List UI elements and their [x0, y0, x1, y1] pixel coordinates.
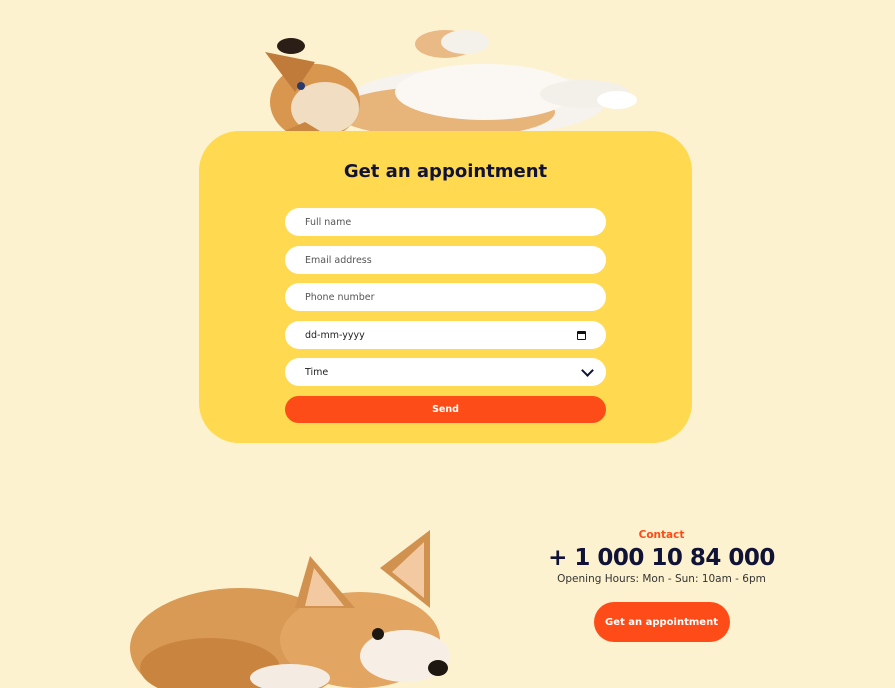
phone-input[interactable]: Phone number	[285, 283, 606, 311]
contact-label: Contact	[638, 529, 685, 541]
corgi-lying-image	[255, 30, 637, 144]
full-name-placeholder: Full name	[305, 216, 352, 228]
chevron-down-icon	[581, 363, 594, 377]
full-name-input[interactable]: Full name	[285, 208, 606, 236]
send-button[interactable]: Send	[285, 396, 606, 423]
opening-hours: Opening Hours: Mon - Sun: 10am - 6pm	[557, 573, 766, 585]
get-appointment-button[interactable]: Get an appointment	[593, 602, 730, 642]
date-placeholder: dd-mm-yyyy	[305, 329, 365, 341]
calendar-icon[interactable]	[577, 330, 586, 340]
email-input[interactable]: Email address	[285, 246, 606, 274]
email-placeholder: Email address	[305, 254, 372, 266]
phone-placeholder: Phone number	[305, 291, 375, 303]
appointment-card: Get an appointment Full name Email addre…	[199, 131, 692, 443]
appointment-title: Get an appointment	[343, 161, 548, 182]
time-select[interactable]: Time	[285, 358, 606, 386]
date-input[interactable]: dd-mm-yyyy	[285, 321, 606, 349]
corgi-sitting-image	[130, 530, 450, 688]
time-selected-value: Time	[305, 366, 329, 378]
contact-section: Contact + 1 000 10 84 000 Opening Hours:…	[520, 528, 803, 642]
contact-phone[interactable]: + 1 000 10 84 000	[520, 545, 803, 571]
